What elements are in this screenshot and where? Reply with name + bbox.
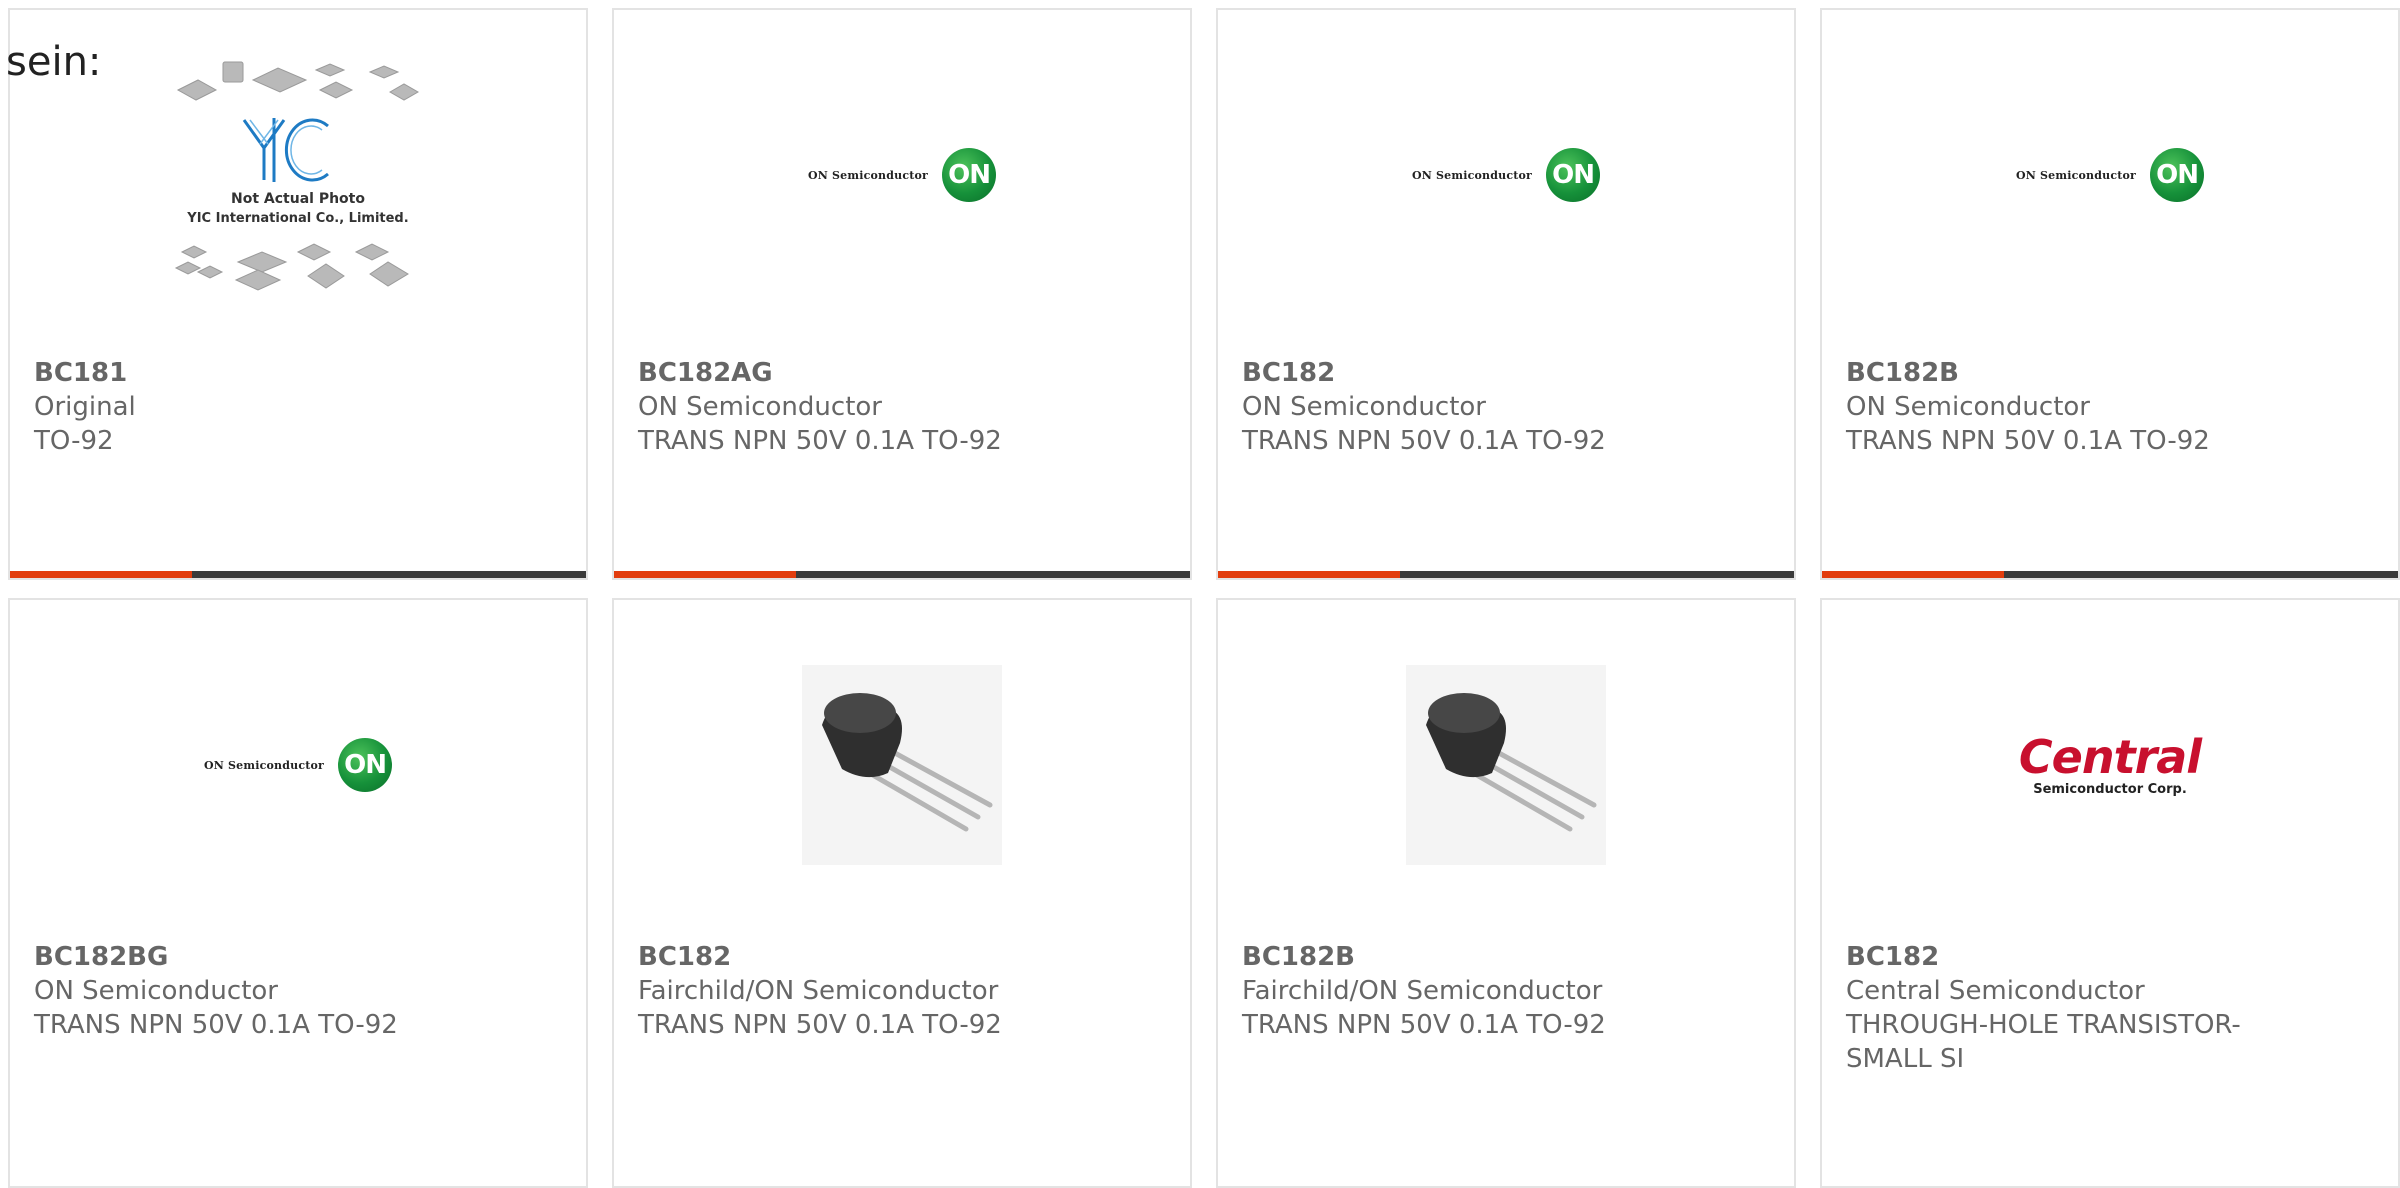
product-image: Central Semiconductor Corp.	[1822, 600, 2398, 930]
manufacturer: ON Semiconductor	[638, 392, 882, 422]
logo-subtext: Semiconductor Corp.	[2033, 781, 2187, 797]
card-accent-bar	[614, 571, 1190, 578]
card-accent-bar	[10, 571, 586, 578]
on-semiconductor-logo: ON Semiconductor ON	[1411, 148, 1601, 202]
description: TO-92	[34, 426, 114, 456]
product-card[interactable]: BC182B Fairchild/ON Semiconductor TRANS …	[1216, 598, 1796, 1188]
part-number[interactable]: BC182AG	[638, 356, 1166, 390]
product-card[interactable]: ON Semiconductor ON BC182B ON Semiconduc…	[1820, 8, 2400, 580]
product-image: ON Semiconductor ON	[10, 600, 586, 930]
part-number[interactable]: BC182B	[1846, 356, 2374, 390]
description: TRANS NPN 50V 0.1A TO-92	[34, 1010, 398, 1040]
product-image	[614, 600, 1190, 930]
part-number[interactable]: BC182	[638, 940, 1166, 974]
part-number[interactable]: BC181	[34, 356, 562, 390]
on-semiconductor-logo: ON Semiconductor ON	[807, 148, 997, 202]
card-accent-bar	[1218, 571, 1794, 578]
description: THROUGH-HOLE TRANSISTOR-SMALL SI	[1846, 1010, 2241, 1074]
logo-text: ON Semiconductor	[807, 168, 929, 182]
part-number[interactable]: BC182	[1242, 356, 1770, 390]
manufacturer: ON Semiconductor	[1242, 392, 1486, 422]
yic-placeholder-photo: Not Actual Photo YIC International Co., …	[174, 61, 420, 291]
section-heading: sein:	[6, 39, 102, 85]
on-semiconductor-logo: ON Semiconductor ON	[203, 738, 393, 792]
product-card[interactable]: Central Semiconductor Corp. BC182 Centra…	[1820, 598, 2400, 1188]
on-logo-icon: ON	[2150, 148, 2205, 202]
part-number[interactable]: BC182	[1846, 940, 2374, 974]
on-logo-icon: ON	[1546, 148, 1601, 202]
yic-caption-2: YIC International Co., Limited.	[186, 211, 408, 226]
logo-text: Central	[2018, 729, 2202, 784]
product-card[interactable]: ON Semiconductor ON BC182AG ON Semicondu…	[612, 8, 1192, 580]
product-image: ON Semiconductor ON	[1822, 10, 2398, 340]
manufacturer: ON Semiconductor	[1846, 392, 2090, 422]
product-image	[1218, 600, 1794, 930]
product-card[interactable]: Not Actual Photo YIC International Co., …	[8, 8, 588, 580]
to92-transistor-photo	[1406, 665, 1606, 865]
logo-text: ON Semiconductor	[2015, 168, 2137, 182]
product-image: ON Semiconductor ON	[1218, 10, 1794, 340]
manufacturer: Fairchild/ON Semiconductor	[1242, 976, 1603, 1006]
card-accent-bar	[1822, 571, 2398, 578]
description: TRANS NPN 50V 0.1A TO-92	[638, 426, 1002, 456]
to92-transistor-photo	[802, 665, 1002, 865]
part-number[interactable]: BC182BG	[34, 940, 562, 974]
product-card[interactable]: ON Semiconductor ON BC182BG ON Semicondu…	[8, 598, 588, 1188]
central-semiconductor-logo: Central Semiconductor Corp.	[2018, 729, 2202, 797]
description: TRANS NPN 50V 0.1A TO-92	[638, 1010, 1002, 1040]
on-logo-icon: ON	[942, 148, 997, 202]
logo-text: ON Semiconductor	[203, 758, 325, 772]
yic-caption-1: Not Actual Photo	[231, 191, 365, 207]
logo-text: ON Semiconductor	[1411, 168, 1533, 182]
product-card[interactable]: BC182 Fairchild/ON Semiconductor TRANS N…	[612, 598, 1192, 1188]
manufacturer: Original	[34, 392, 136, 422]
manufacturer: Central Semiconductor	[1846, 976, 2145, 1006]
on-logo-icon: ON	[338, 738, 393, 792]
part-number[interactable]: BC182B	[1242, 940, 1770, 974]
description: TRANS NPN 50V 0.1A TO-92	[1242, 1010, 1606, 1040]
description: TRANS NPN 50V 0.1A TO-92	[1846, 426, 2210, 456]
manufacturer: Fairchild/ON Semiconductor	[638, 976, 999, 1006]
product-image: ON Semiconductor ON	[614, 10, 1190, 340]
on-semiconductor-logo: ON Semiconductor ON	[2015, 148, 2205, 202]
manufacturer: ON Semiconductor	[34, 976, 278, 1006]
product-card[interactable]: ON Semiconductor ON BC182 ON Semiconduct…	[1216, 8, 1796, 580]
description: TRANS NPN 50V 0.1A TO-92	[1242, 426, 1606, 456]
